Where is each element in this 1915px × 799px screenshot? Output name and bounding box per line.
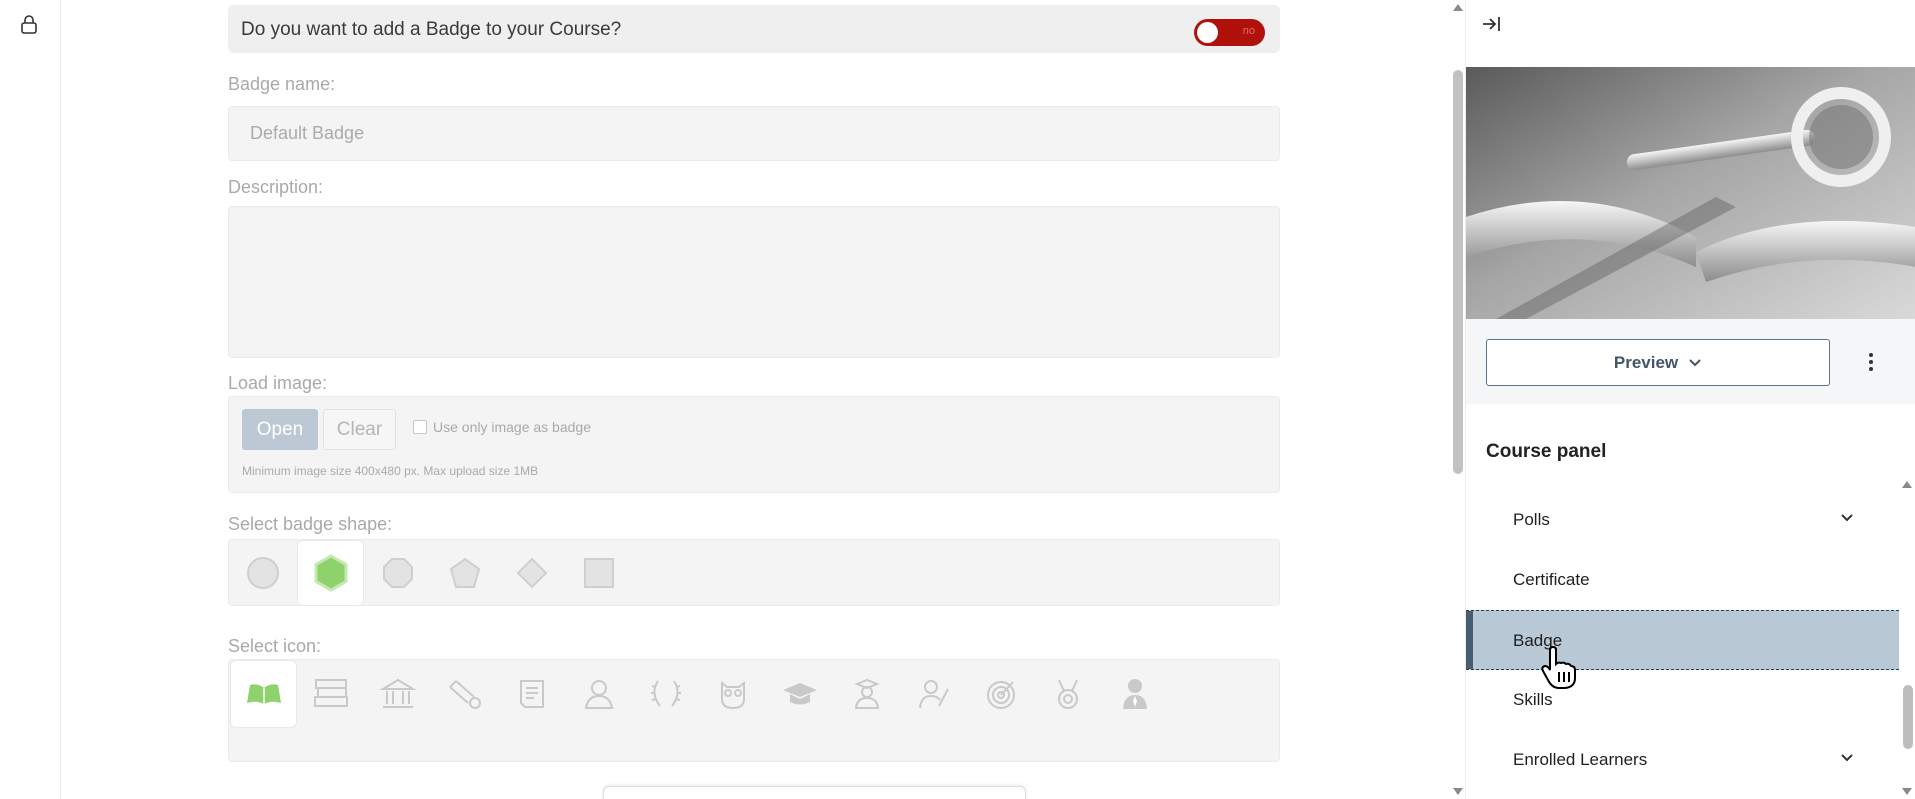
panel-item-label: Certificate [1513,570,1590,589]
toggle-knob [1197,22,1218,43]
preview-toolbar: Preview [1466,319,1915,404]
preview-button[interactable]: Preview [1486,339,1830,386]
panel-scroll-down-arrow[interactable] [1902,788,1912,795]
more-options-icon[interactable] [1866,353,1876,373]
badge-name-input[interactable]: Default Badge [228,106,1280,161]
teacher-icon[interactable] [900,660,967,728]
open-book-icon[interactable] [230,660,297,728]
badge-toggle-switch[interactable]: no [1194,19,1265,46]
graduation-cap-icon[interactable] [766,660,833,728]
panel-scroll-up-arrow[interactable] [1902,481,1912,488]
badge-toggle-row: Do you want to add a Badge to your Cours… [228,5,1280,53]
square-shape-icon [583,558,614,588]
left-rail [0,0,61,799]
panel-item-skills[interactable]: Skills [1466,670,1899,730]
circle-shape-icon [246,557,279,589]
panel-item-label: Skills [1513,690,1553,709]
course-side-panel: Preview Course panel Polls Certificate B… [1465,0,1915,799]
floating-popup [603,786,1026,799]
books-icon[interactable] [297,660,364,728]
badge-settings-area: Do you want to add a Badge to your Cours… [61,0,1450,799]
select-icon-label: Select icon: [228,636,322,656]
icon-picker [228,659,1280,762]
badge-shape-label: Select badge shape: [228,514,393,534]
panel-item-certificate[interactable]: Certificate [1466,550,1899,610]
panel-item-enrolled-learners[interactable]: Enrolled Learners [1466,730,1899,790]
panel-item-badge[interactable]: Badge [1466,610,1899,670]
certificate-icon[interactable] [498,660,565,728]
open-button[interactable]: Open [242,409,318,450]
diploma-scroll-icon[interactable] [431,660,498,728]
panel-scrollbar[interactable] [1899,477,1915,799]
badge-name-value: Default Badge [250,123,365,143]
chevron-down-icon [1689,359,1701,367]
preview-button-label: Preview [1613,352,1679,372]
shape-hexagon-option[interactable] [297,540,364,606]
chevron-down-icon[interactable] [1841,514,1853,522]
hand-pointer-cursor-icon [1541,646,1576,689]
use-only-image-checkbox[interactable] [413,420,427,434]
active-indicator [1466,611,1473,669]
toggle-state-label: no [1242,25,1255,37]
chevron-down-icon[interactable] [1841,754,1853,762]
octagon-shape-icon [382,558,413,588]
lock-icon[interactable] [20,14,38,34]
panel-item-label: Enrolled Learners [1513,750,1648,769]
badge-question: Do you want to add a Badge to your Cours… [241,19,622,40]
panel-header [1466,0,1915,67]
course-cover-image [1466,67,1915,319]
badge-name-label: Badge name: [228,74,336,94]
institution-icon[interactable] [364,660,431,728]
graduate-icon[interactable] [833,660,900,728]
owl-icon[interactable] [699,660,766,728]
target-icon[interactable] [967,660,1034,728]
course-panel-menu: Polls Certificate Badge Skills Enrolled … [1466,477,1899,799]
shape-circle-option[interactable] [229,540,296,606]
description-label: Description: [228,177,324,197]
collapse-panel-icon[interactable] [1481,14,1503,34]
pentagon-shape-icon [449,557,480,588]
load-image-label: Load image: [228,373,328,393]
use-only-image-label: Use only image as badge [433,419,591,435]
user-icon[interactable] [565,660,632,728]
scroll-up-arrow[interactable] [1453,4,1463,11]
shape-octagon-option[interactable] [364,540,431,606]
image-size-hint: Minimum image size 400x480 px. Max uploa… [242,464,539,478]
businessman-icon[interactable] [1101,660,1168,728]
shape-diamond-option[interactable] [498,540,565,606]
diamond-shape-icon [516,557,547,589]
badge-shape-picker [228,539,1280,606]
medal-icon[interactable] [1034,660,1101,728]
load-image-box: Open Clear Use only image as badge Minim… [228,396,1280,493]
laurel-wreath-icon[interactable] [632,660,699,728]
description-textarea[interactable] [228,206,1280,358]
panel-scrollbar-thumb[interactable] [1903,685,1913,749]
shape-pentagon-option[interactable] [431,540,498,606]
clear-button[interactable]: Clear [323,409,396,450]
hexagon-shape-icon [314,554,347,592]
scroll-down-arrow[interactable] [1453,788,1463,795]
main-scrollbar-thumb[interactable] [1453,70,1463,474]
shape-square-option[interactable] [565,540,632,606]
panel-item-polls[interactable]: Polls [1466,490,1899,550]
panel-item-label: Polls [1513,510,1550,529]
main-scrollbar[interactable] [1450,0,1465,799]
course-panel-title: Course panel [1486,441,1607,462]
